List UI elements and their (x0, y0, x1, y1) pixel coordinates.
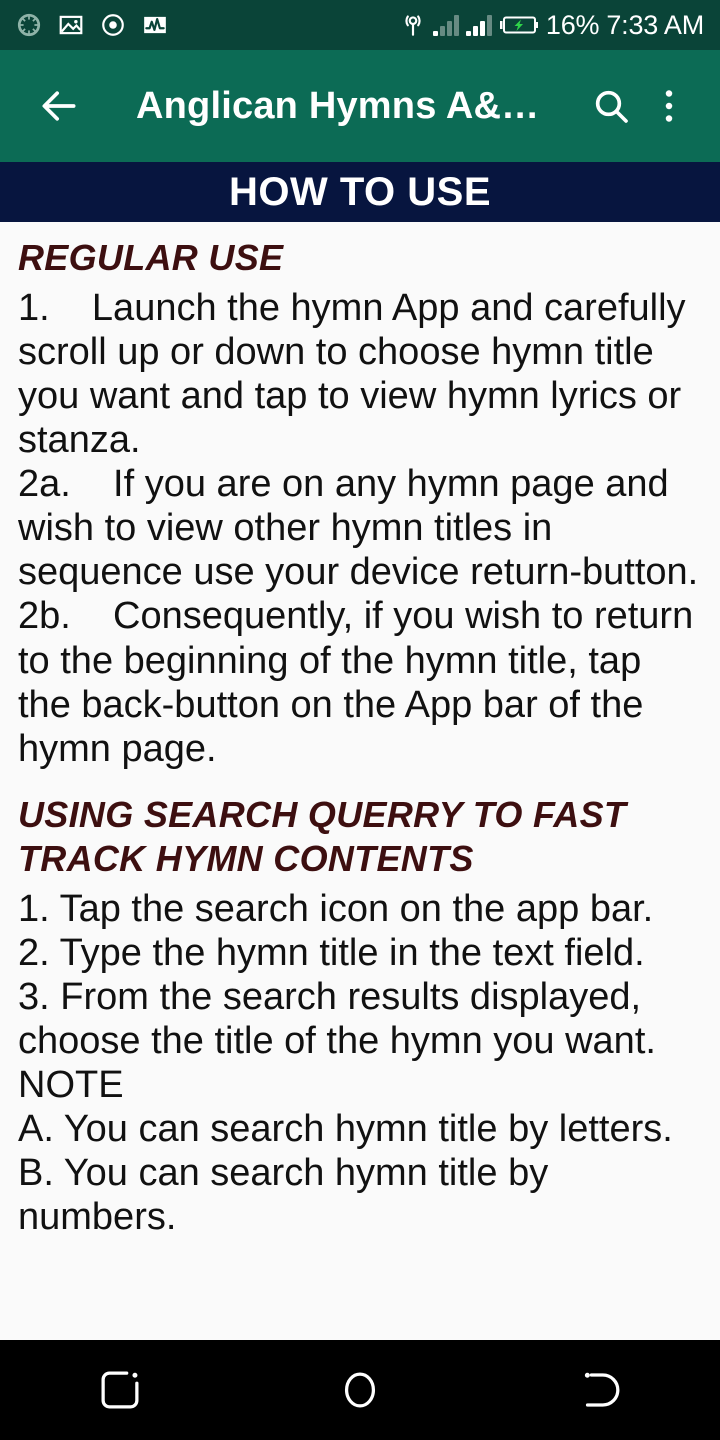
search-icon[interactable] (582, 77, 640, 135)
paragraph-step-1: 1. Launch the hymn App and carefully scr… (18, 286, 697, 462)
back-icon[interactable] (540, 1340, 660, 1440)
screen-record-icon (100, 12, 126, 38)
paragraph-search-steps: 1. Tap the search icon on the app bar. 2… (18, 887, 673, 1239)
overflow-menu-icon[interactable] (640, 77, 698, 135)
section-banner: HOW TO USE (0, 162, 720, 222)
data-activity-icon (142, 12, 168, 38)
heading-regular-use: REGULAR USE (18, 237, 284, 278)
recent-apps-icon[interactable] (60, 1340, 180, 1440)
paragraph-step-2b: 2b. Consequently, if you wish to return … (18, 595, 704, 770)
app-bar: Anglican Hymns A&… (0, 50, 720, 162)
paragraph-step-2a: 2a. If you are on any hymn page and wish… (18, 463, 699, 594)
sync-spinner-icon (16, 12, 42, 38)
phone-screen: 16% 7:33 AM Anglican Hymns A&… HOW TO US… (0, 0, 720, 1440)
signal-bars-sim2-icon (465, 14, 492, 36)
status-bar: 16% 7:33 AM (0, 0, 720, 50)
heading-search-query: USING SEARCH QUERRY TO FAST TRACK HYMN C… (18, 793, 627, 879)
system-navigation-bar (0, 1340, 720, 1440)
battery-percent-label: 16% (545, 9, 600, 40)
content-area: REGULAR USE 1. Launch the hymn App and c… (0, 222, 720, 1340)
hotspot-icon (400, 12, 426, 38)
page-title: Anglican Hymns A&… (136, 84, 540, 127)
status-bar-left-icons (16, 12, 168, 38)
back-arrow-icon[interactable] (30, 77, 88, 135)
battery-charging-icon (499, 13, 539, 37)
screenshot-image-icon (58, 12, 84, 38)
section-banner-title: HOW TO USE (228, 169, 492, 214)
signal-bars-sim1-icon (432, 14, 459, 36)
clock-label: 7:33 AM (606, 9, 704, 40)
status-bar-right-icons: 16% 7:33 AM (400, 10, 704, 41)
home-icon[interactable] (300, 1340, 420, 1440)
